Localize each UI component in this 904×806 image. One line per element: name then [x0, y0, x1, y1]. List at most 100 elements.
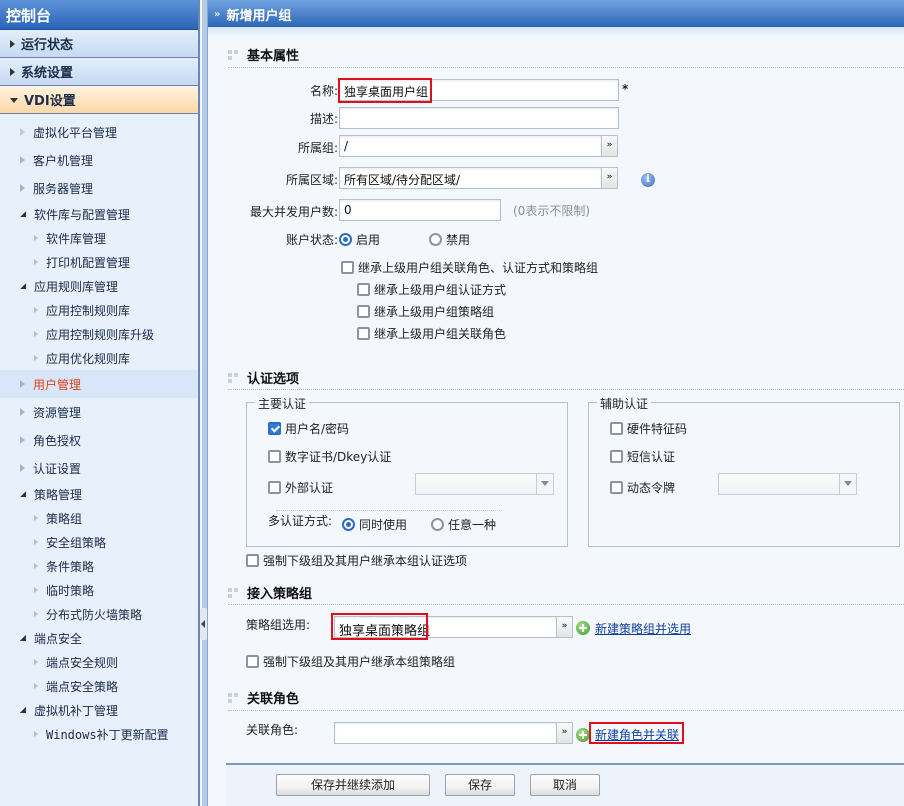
sidebar-item[interactable]: 应用控制规则库 [0, 298, 198, 322]
auth-token-checkbox[interactable]: 动态令牌 [610, 479, 675, 496]
sidebar-item[interactable]: 打印机配置管理 [0, 250, 198, 274]
caret-down-icon [10, 97, 18, 103]
sidebar-item[interactable]: 认证设置 [0, 454, 198, 482]
checkbox-icon [357, 327, 370, 340]
sidebar-item[interactable]: 条件策略 [0, 554, 198, 578]
radio-label: 启用 [356, 233, 381, 247]
multi-auth-both-radio[interactable]: 同时使用 [342, 516, 407, 533]
sidebar-item[interactable]: 软件库与配置管理 [0, 202, 198, 226]
sidebar-item[interactable]: 端点安全 [0, 626, 198, 650]
cancel-button[interactable]: 取消 [530, 774, 600, 796]
checkbox-icon [246, 554, 259, 567]
sidebar-item[interactable]: 应用规则库管理 [0, 274, 198, 298]
checkbox-label: 继承上级用户组关联角色 [374, 327, 507, 341]
max-users-label: 最大并发用户数: [249, 205, 338, 219]
sidebar-item[interactable]: Windows补丁更新配置 [0, 722, 198, 746]
sidebar-item[interactable]: 临时策略 [0, 578, 198, 602]
sidebar-item[interactable]: 用户管理 [0, 370, 198, 398]
sidebar-item-label: 端点安全 [34, 631, 83, 646]
sidebar-item[interactable]: 应用控制规则库升级 [0, 322, 198, 346]
area-input[interactable]: 所有区域/待分配区域/ [339, 167, 602, 189]
sidebar-item[interactable]: 分布式防火墙策略 [0, 602, 198, 626]
inherit-auth-checkbox[interactable]: 继承上级用户组认证方式 [357, 281, 506, 298]
radio-icon [429, 233, 442, 246]
sidebar-item[interactable]: 虚拟机补丁管理 [0, 698, 198, 722]
sidebar-item[interactable]: 策略管理 [0, 482, 198, 506]
inherit-role-checkbox[interactable]: 继承上级用户组关联角色 [357, 325, 506, 342]
chevron-right-icon [34, 563, 38, 569]
checkbox-label: 外部认证 [285, 481, 334, 495]
section-bullet-icon [228, 587, 238, 598]
auth-password-checkbox[interactable]: 用户名/密码 [268, 420, 349, 437]
status-enable-radio[interactable]: 启用 [339, 231, 380, 248]
chevron-right-icon [34, 235, 38, 241]
auth-hardware-checkbox[interactable]: 硬件特征码 [610, 420, 687, 437]
sidebar-item[interactable]: 软件库管理 [0, 226, 198, 250]
external-auth-select[interactable] [415, 473, 554, 495]
checkbox-label: 动态令牌 [627, 481, 676, 495]
section-bullet-icon [228, 49, 238, 60]
force-inherit-auth-checkbox[interactable]: 强制下级组及其用户继承本组认证选项 [246, 552, 467, 569]
max-users-hint: (0表示不限制) [513, 204, 590, 218]
multi-auth-any-radio[interactable]: 任意一种 [431, 516, 496, 533]
inherit-all-checkbox[interactable]: 继承上级用户组关联角色、认证方式和策略组 [341, 259, 598, 276]
group-picker-button[interactable]: » [601, 135, 618, 157]
add-icon[interactable] [576, 621, 590, 635]
save-button[interactable]: 保存 [445, 774, 515, 796]
sidebar-item-label: 虚拟机补丁管理 [34, 703, 119, 718]
policy-picker-button[interactable]: » [556, 616, 573, 638]
required-mark: * [622, 82, 629, 96]
sidebar-item[interactable]: 端点安全规则 [0, 650, 198, 674]
auth-cert-checkbox[interactable]: 数字证书/Dkey认证 [268, 448, 391, 465]
checkbox-icon [357, 283, 370, 296]
checkbox-icon [610, 450, 623, 463]
info-icon[interactable]: i [641, 173, 655, 187]
collapse-sidebar-handle[interactable] [200, 608, 207, 640]
sidebar-item[interactable]: 服务器管理 [0, 174, 198, 202]
add-icon[interactable] [576, 728, 590, 742]
checkbox-label: 数字证书/Dkey认证 [285, 450, 392, 464]
inherit-policy-checkbox[interactable]: 继承上级用户组策略组 [357, 303, 494, 320]
expanded-arrow-icon [20, 283, 26, 289]
account-status-label: 账户状态: [285, 233, 338, 247]
area-picker-button[interactable]: » [601, 167, 618, 189]
sidebar-item[interactable]: 策略组 [0, 506, 198, 530]
sidebar: 控制台 运行状态 系统设置 VDI设置 虚拟化平台管理 客户机管理 服务器管理 软件库… [0, 0, 200, 806]
max-users-input[interactable]: 0 [339, 199, 501, 221]
new-policy-link[interactable]: 新建策略组并选用 [595, 620, 691, 637]
checkbox-icon [610, 481, 623, 494]
sidebar-item[interactable]: 资源管理 [0, 398, 198, 426]
auth-sms-checkbox[interactable]: 短信认证 [610, 448, 675, 465]
chevron-right-icon [34, 731, 38, 737]
checkbox-icon [610, 422, 623, 435]
checkbox-icon [357, 305, 370, 318]
auth-external-checkbox[interactable]: 外部认证 [268, 479, 333, 496]
description-input[interactable] [339, 107, 619, 129]
sidebar-item[interactable]: 安全组策略 [0, 530, 198, 554]
sidebar-item[interactable]: 端点安全策略 [0, 674, 198, 698]
group-input[interactable]: / [339, 135, 602, 157]
menu-run-status[interactable]: 运行状态 [0, 30, 198, 58]
sidebar-item[interactable]: 应用优化规则库 [0, 346, 198, 370]
menu-label: VDI设置 [24, 94, 76, 109]
token-select[interactable] [718, 473, 857, 495]
sidebar-item[interactable]: 虚拟化平台管理 [0, 118, 198, 146]
role-picker-button[interactable]: » [556, 722, 573, 744]
save-continue-button[interactable]: 保存并继续添加 [276, 774, 430, 796]
page-header: » 新增用户组 [208, 0, 904, 27]
sidebar-item-label: 端点安全策略 [46, 679, 119, 694]
divider [228, 389, 904, 390]
menu-system-settings[interactable]: 系统设置 [0, 58, 198, 86]
sidebar-item-label: 虚拟化平台管理 [33, 125, 118, 140]
sidebar-item[interactable]: 客户机管理 [0, 146, 198, 174]
sidebar-item[interactable]: 角色授权 [0, 426, 198, 454]
menu-vdi-settings[interactable]: VDI设置 [0, 86, 198, 114]
sidebar-item-label: 用户管理 [33, 377, 82, 392]
radio-checked-icon [339, 233, 352, 246]
status-disable-radio[interactable]: 禁用 [429, 231, 470, 248]
role-select-input[interactable] [334, 722, 558, 744]
sidebar-item-label: 软件库管理 [46, 231, 107, 246]
menu-label: 系统设置 [21, 66, 74, 81]
checkbox-label: 硬件特征码 [627, 422, 688, 436]
force-inherit-policy-checkbox[interactable]: 强制下级组及其用户继承本组策略组 [246, 653, 455, 670]
